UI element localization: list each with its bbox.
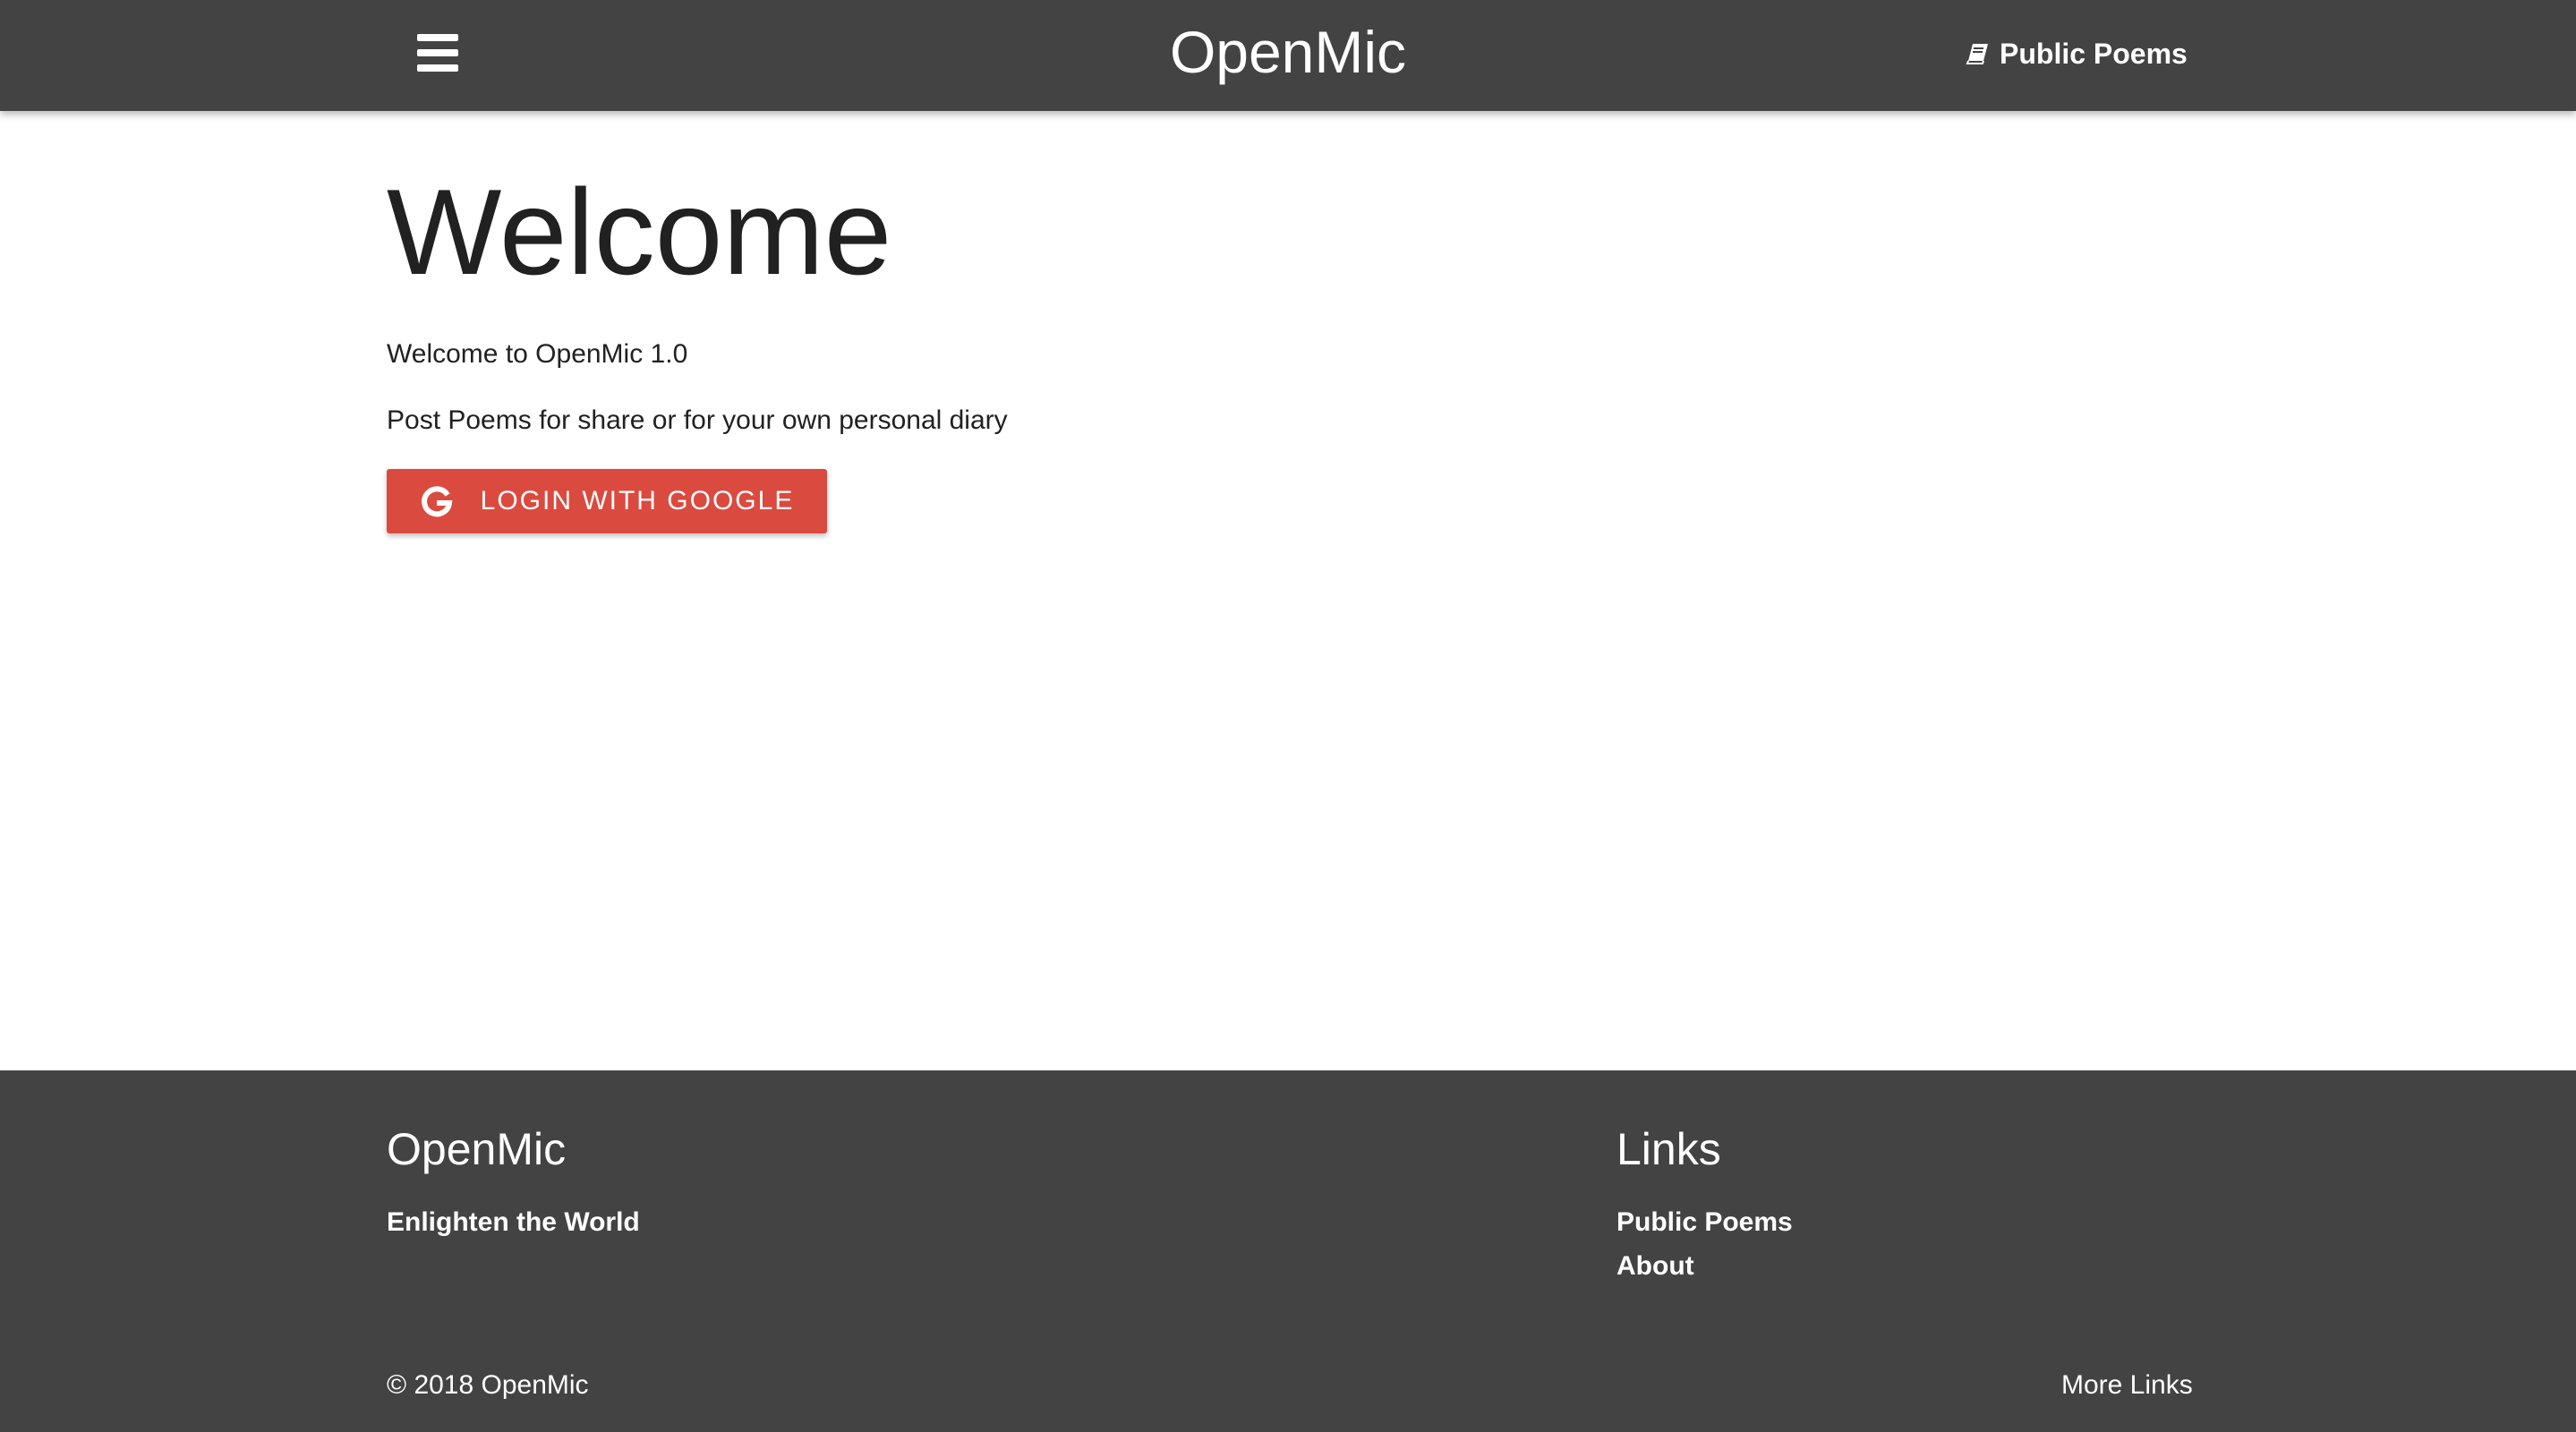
list-item: About <box>1616 1247 1793 1291</box>
tagline-text: Post Poems for share or for your own per… <box>387 405 1008 435</box>
book-icon <box>1966 44 1988 64</box>
hamburger-menu-icon[interactable] <box>417 34 458 72</box>
more-links-link[interactable]: More Links <box>2061 1368 2193 1403</box>
footer-brand-title: OpenMic <box>387 1124 567 1174</box>
copyright-text: © 2018 OpenMic <box>387 1370 589 1400</box>
login-with-google-button[interactable]: LOGIN WITH GOOGLE <box>387 469 827 533</box>
list-item: Public Poems <box>1616 1203 1793 1247</box>
footer-link-public-poems[interactable]: Public Poems <box>1616 1207 1793 1237</box>
intro-text: Welcome to OpenMic 1.0 <box>387 339 688 369</box>
top-navbar: OpenMic Public Poems <box>0 0 2576 111</box>
nav-public-poems-label: Public Poems <box>2000 37 2188 70</box>
google-g-icon <box>421 486 453 517</box>
page-footer: OpenMic Enlighten the World Links Public… <box>0 1070 2576 1432</box>
footer-links-heading: Links <box>1616 1124 1721 1174</box>
footer-link-about[interactable]: About <box>1616 1251 1694 1281</box>
nav-public-poems-link[interactable]: Public Poems <box>1966 34 2188 73</box>
login-button-label: LOGIN WITH GOOGLE <box>480 486 795 516</box>
footer-links-list: Public Poems About <box>1616 1203 1793 1291</box>
brand-title[interactable]: OpenMic <box>1109 20 1467 84</box>
page-title: Welcome <box>387 164 892 300</box>
footer-tagline: Enlighten the World <box>387 1207 640 1237</box>
